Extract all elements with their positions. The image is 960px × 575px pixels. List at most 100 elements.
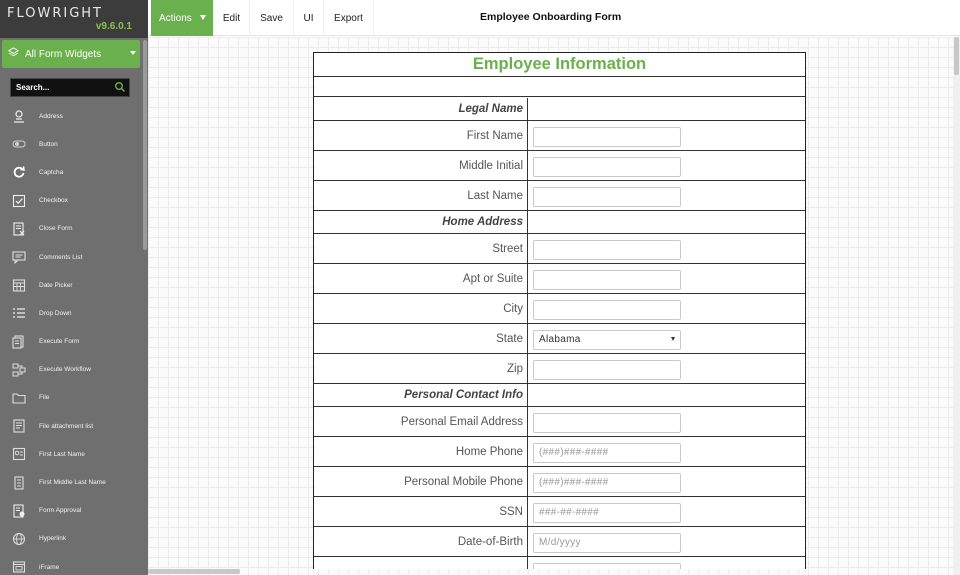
widget-item-label: Comments List <box>39 253 83 261</box>
widget-item-label: File attachment list <box>39 422 94 430</box>
app-logo: FLOWRIGHT v9.6.0.1 <box>0 0 148 38</box>
employee-form: Employee Information Legal Name First Nam… <box>313 52 806 569</box>
ssn-input[interactable]: ###-##-#### <box>533 502 681 523</box>
workflow-icon <box>12 363 26 377</box>
close-form-icon <box>12 222 26 236</box>
widget-item-address[interactable]: Address <box>0 102 142 130</box>
field-row-city: City <box>314 294 805 324</box>
widget-item-button[interactable]: Button <box>0 130 142 158</box>
last-name-input[interactable] <box>533 186 681 207</box>
widget-item-label: Execute Workflow <box>39 366 91 374</box>
field-label: Home Phone <box>314 437 528 466</box>
edit-menu[interactable]: Edit <box>214 0 250 36</box>
section-heading: Personal Contact Info <box>314 384 528 406</box>
iframe-icon <box>12 560 26 574</box>
field-label: Zip <box>314 354 528 383</box>
field-cell <box>529 384 805 406</box>
extra-input[interactable] <box>533 562 681 569</box>
save-menu[interactable]: Save <box>250 0 294 36</box>
field-cell <box>529 234 805 263</box>
widget-item-date-picker[interactable]: Date Picker <box>0 271 142 299</box>
field-cell <box>529 557 805 569</box>
field-row-middle-initial: Middle Initial <box>314 151 805 181</box>
personal-mobile-phone-input[interactable]: (###)###-#### <box>533 472 681 493</box>
section-row-personal-contact-info: Personal Contact Info <box>314 384 805 407</box>
field-cell: (###)###-#### <box>529 467 805 496</box>
chevron-down-icon <box>130 51 136 55</box>
field-cell: M/d/yyyy <box>529 527 805 556</box>
apt-or-suite-input[interactable] <box>533 269 681 290</box>
field-label: Personal Mobile Phone <box>314 467 528 496</box>
person-pin-icon <box>12 109 26 123</box>
field-row-last-name: Last Name <box>314 181 805 211</box>
search-icon[interactable] <box>114 81 126 95</box>
first-name-input[interactable] <box>533 126 681 147</box>
widget-item-first-middle-last-name[interactable]: First Middle Last Name <box>0 468 142 496</box>
widget-item-captcha[interactable]: Captcha <box>0 158 142 186</box>
actions-button[interactable]: Actions <box>151 0 213 36</box>
widget-item-checkbox[interactable]: Checkbox <box>0 187 142 215</box>
widget-item-execute-form[interactable]: Execute Form <box>0 328 142 356</box>
widget-item-execute-workflow[interactable]: Execute Workflow <box>0 356 142 384</box>
widget-item-drop-down[interactable]: Drop Down <box>0 299 142 327</box>
widget-search-input[interactable]: Search... <box>10 78 130 97</box>
spacer-row <box>314 77 805 97</box>
field-row-first-name: First Name <box>314 121 805 151</box>
widget-item-label: Date Picker <box>39 281 73 289</box>
widget-item-iframe[interactable]: iFrame <box>0 553 142 575</box>
field-label: Date-of-Birth <box>314 527 528 556</box>
widget-item-close-form[interactable]: Close Form <box>0 215 142 243</box>
city-input[interactable] <box>533 299 681 320</box>
field-label: Personal Email Address <box>314 407 528 436</box>
home-phone-input[interactable]: (###)###-#### <box>533 442 681 463</box>
personal-email-address-input[interactable] <box>533 412 681 433</box>
all-form-widgets-label: All Form Widgets <box>25 48 102 60</box>
field-row-zip: Zip <box>314 354 805 384</box>
checkbox-icon <box>12 194 26 208</box>
widget-item-first-last-name[interactable]: First Last Name <box>0 440 142 468</box>
version-label: v9.6.0.1 <box>95 21 132 32</box>
field-row-extra <box>314 557 805 569</box>
layers-icon <box>8 47 19 61</box>
zip-input[interactable] <box>533 359 681 380</box>
field-row-ssn: SSN ###-##-#### <box>314 497 805 527</box>
widget-item-label: Execute Form <box>39 338 80 346</box>
widget-item-label: Hyperlink <box>39 535 67 543</box>
widget-item-label: Captcha <box>39 168 64 176</box>
input-placeholder: M/d/yyyy <box>539 537 581 548</box>
state-select[interactable]: Alabama <box>533 329 681 350</box>
section-row-home-address: Home Address <box>314 211 805 234</box>
widget-item-form-approval[interactable]: Form Approval <box>0 497 142 525</box>
date-of-birth-input[interactable]: M/d/yyyy <box>533 532 681 553</box>
field-cell: ###-##-#### <box>529 497 805 526</box>
vertical-scroll-thumb[interactable] <box>954 37 959 75</box>
field-label: First Name <box>314 121 528 150</box>
ui-menu[interactable]: UI <box>294 0 324 36</box>
widget-item-comments-list[interactable]: Comments List <box>0 243 142 271</box>
vertical-scrollbar[interactable] <box>953 37 960 575</box>
widget-list: Address Button Captcha Checkbox Close Form Co… <box>0 102 142 575</box>
field-row-state: State Alabama <box>314 324 805 354</box>
field-cell: Alabama <box>529 324 805 353</box>
input-placeholder: ###-##-#### <box>539 507 600 518</box>
field-cell <box>529 151 805 180</box>
widget-item-label: Button <box>39 140 58 148</box>
approval-icon <box>12 504 26 518</box>
middle-initial-input[interactable] <box>533 156 681 177</box>
sidebar-scrollbar[interactable] <box>143 40 147 250</box>
top-toolbar: Actions Edit Save UI Export Employee Onb… <box>148 0 960 36</box>
street-input[interactable] <box>533 239 681 260</box>
toggle-icon <box>12 137 26 151</box>
export-menu[interactable]: Export <box>324 0 374 36</box>
widget-item-file[interactable]: File <box>0 384 142 412</box>
form-heading: Employee Information <box>314 53 805 77</box>
chevron-down-icon <box>200 15 206 20</box>
all-form-widgets-button[interactable]: All Form Widgets <box>2 40 140 68</box>
widget-item-label: Close Form <box>39 225 73 233</box>
list-icon <box>12 306 26 320</box>
widget-item-file-attachment-list[interactable]: File attachment list <box>0 412 142 440</box>
horizontal-scrollbar[interactable] <box>148 569 240 574</box>
widget-item-hyperlink[interactable]: Hyperlink <box>0 525 142 553</box>
widget-item-label: Form Approval <box>39 507 82 515</box>
field-label <box>314 557 528 569</box>
